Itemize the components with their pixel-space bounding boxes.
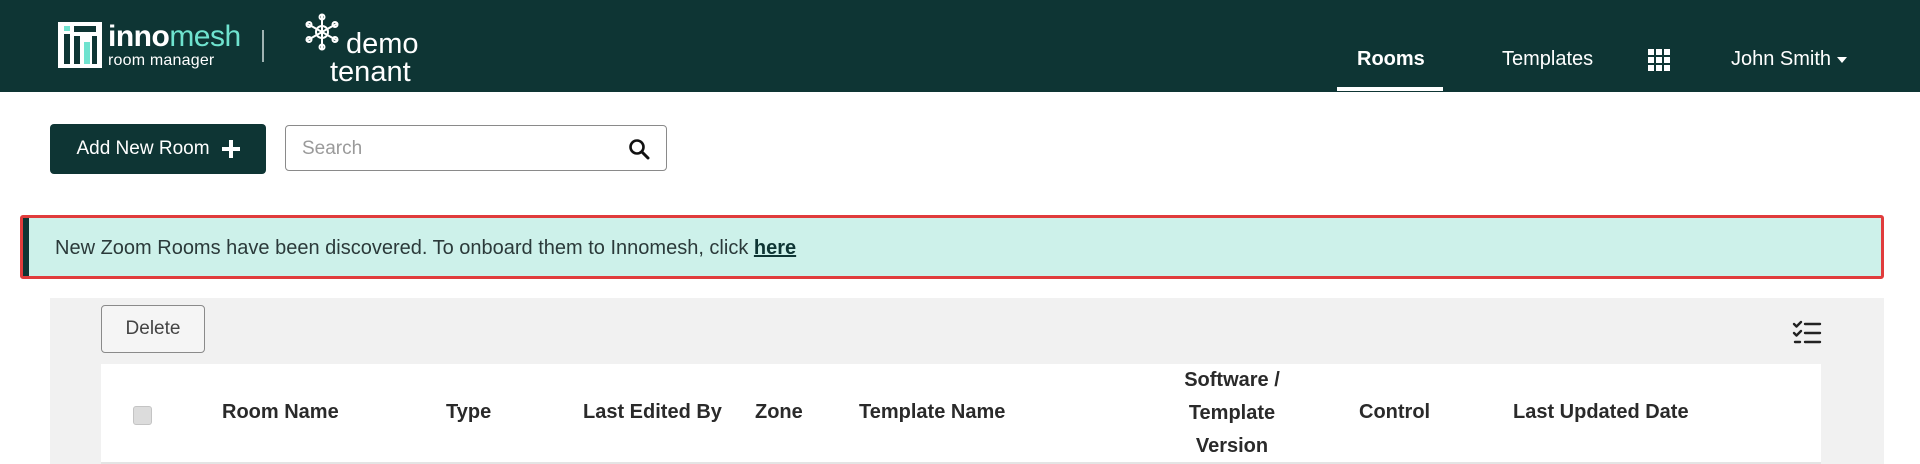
top-navigation-bar: innomesh room manager demo tenant Rooms … xyxy=(0,0,1920,92)
nav-tab-templates[interactable]: Templates xyxy=(1502,48,1593,71)
column-header-last-updated-date[interactable]: Last Updated Date xyxy=(1513,401,1689,424)
brand-divider xyxy=(262,30,264,62)
column-header-template-name[interactable]: Template Name xyxy=(859,401,1005,424)
user-menu[interactable]: John Smith xyxy=(1731,48,1848,71)
innomesh-logo-icon xyxy=(58,22,102,68)
brand-logo[interactable]: innomesh room manager xyxy=(58,20,241,70)
snowflake-icon xyxy=(305,13,339,51)
nav-tab-rooms[interactable]: Rooms xyxy=(1357,48,1425,71)
column-header-last-edited-by[interactable]: Last Edited By xyxy=(583,401,722,424)
add-new-room-label: Add New Room xyxy=(76,138,210,159)
zoom-rooms-discovered-alert: New Zoom Rooms have been discovered. To … xyxy=(20,215,1884,279)
tenant-name-line2: tenant xyxy=(330,56,411,88)
search-icon[interactable] xyxy=(628,138,650,160)
app-grid-icon[interactable] xyxy=(1648,49,1672,71)
alert-message: New Zoom Rooms have been discovered. To … xyxy=(55,237,797,259)
column-header-type[interactable]: Type xyxy=(446,401,491,424)
brand-name: innomesh xyxy=(108,19,241,53)
column-header-software-template-version[interactable]: Software / Template Version xyxy=(1172,364,1292,463)
active-tab-indicator xyxy=(1337,87,1443,91)
alert-accent-bar xyxy=(23,218,29,276)
user-name: John Smith xyxy=(1731,48,1832,70)
onboard-here-link[interactable]: here xyxy=(754,237,796,259)
search-box xyxy=(285,125,667,171)
column-header-control[interactable]: Control xyxy=(1359,401,1430,424)
column-header-room-name[interactable]: Room Name xyxy=(222,401,339,424)
add-new-room-button[interactable]: Add New Room xyxy=(50,124,266,174)
brand-subtitle: room manager xyxy=(108,51,215,69)
plus-icon xyxy=(221,140,240,158)
delete-button[interactable]: Delete xyxy=(101,305,205,353)
column-settings-icon[interactable] xyxy=(1792,320,1822,346)
column-header-zone[interactable]: Zone xyxy=(755,401,803,424)
search-input[interactable] xyxy=(300,134,604,164)
select-all-checkbox[interactable] xyxy=(133,406,152,425)
caret-down-icon xyxy=(1837,56,1848,63)
